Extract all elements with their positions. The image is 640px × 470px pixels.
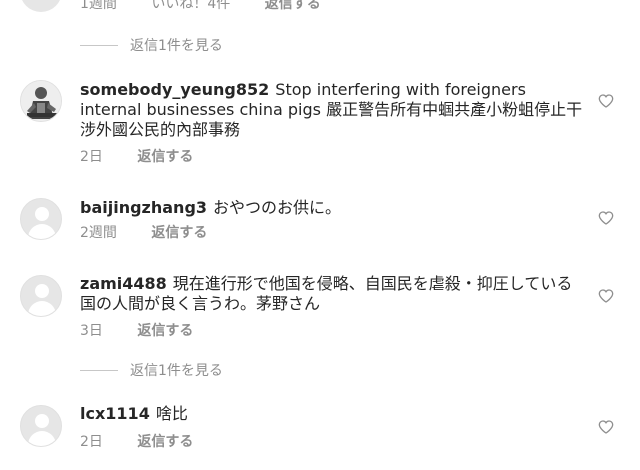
default-avatar-body xyxy=(28,301,56,316)
default-avatar-head xyxy=(35,414,49,428)
heart-outline-icon[interactable] xyxy=(598,210,614,226)
divider-line xyxy=(80,44,118,46)
comment: baijingzhang3 おやつのお供に。 xyxy=(80,198,585,218)
reply-button[interactable]: 返信する xyxy=(265,0,321,13)
comment: zami4488 現在進行形で他国を侵略、自国民を虐殺・抑圧している国の人間が良く… xyxy=(80,274,585,314)
default-avatar-body xyxy=(28,431,56,446)
avatar[interactable] xyxy=(20,0,62,12)
comment-time: 2日 xyxy=(80,434,103,450)
comment-text: おやつのお供に。 xyxy=(213,198,342,217)
default-avatar-head xyxy=(35,284,49,298)
comment-meta: 2週間 返信する xyxy=(80,222,207,242)
default-avatar-head xyxy=(35,207,49,221)
user-photo-icon xyxy=(21,81,61,121)
comment-time: 2週間 xyxy=(80,225,117,241)
reply-button[interactable]: 返信する xyxy=(151,222,207,242)
default-avatar-body xyxy=(28,224,56,239)
comment-username[interactable]: zami4488 xyxy=(80,274,167,293)
heart-outline-icon[interactable] xyxy=(598,93,614,109)
avatar[interactable] xyxy=(20,80,62,122)
view-replies-label: 返信1件を見る xyxy=(130,363,223,379)
reply-button[interactable]: 返信する xyxy=(137,431,193,451)
avatar[interactable] xyxy=(20,275,62,317)
comment-meta: 2日 返信する xyxy=(80,146,193,166)
heart-outline-icon[interactable] xyxy=(598,419,614,435)
divider-line xyxy=(80,369,118,371)
view-replies-button[interactable]: 返信1件を見る xyxy=(80,360,223,380)
comment-likes[interactable]: いいね！4件 xyxy=(151,0,230,13)
comment-text: 啥比 xyxy=(155,404,188,423)
avatar[interactable] xyxy=(20,198,62,240)
comment: lcx1114 啥比 xyxy=(80,404,585,424)
comment-username[interactable]: somebody_yeung852 xyxy=(80,80,269,99)
view-replies-label: 返信1件を見る xyxy=(130,38,223,54)
comment-time: 1週間 xyxy=(80,0,117,12)
comment-time: 3日 xyxy=(80,323,103,339)
comment-time: 2日 xyxy=(80,149,103,165)
reply-button[interactable]: 返信する xyxy=(137,146,193,166)
avatar[interactable] xyxy=(20,405,62,447)
comment-meta: 3日 返信する xyxy=(80,320,193,340)
previous-comment-meta: 1週間 いいね！4件 返信する xyxy=(80,0,321,13)
heart-outline-icon[interactable] xyxy=(598,288,614,304)
comment-meta: 2日 返信する xyxy=(80,431,193,451)
comment-username[interactable]: lcx1114 xyxy=(80,404,150,423)
view-replies-button[interactable]: 返信1件を見る xyxy=(80,35,223,55)
comment-username[interactable]: baijingzhang3 xyxy=(80,198,207,217)
reply-button[interactable]: 返信する xyxy=(137,320,193,340)
comment: somebody_yeung852 Stop interfering with f… xyxy=(80,80,585,140)
